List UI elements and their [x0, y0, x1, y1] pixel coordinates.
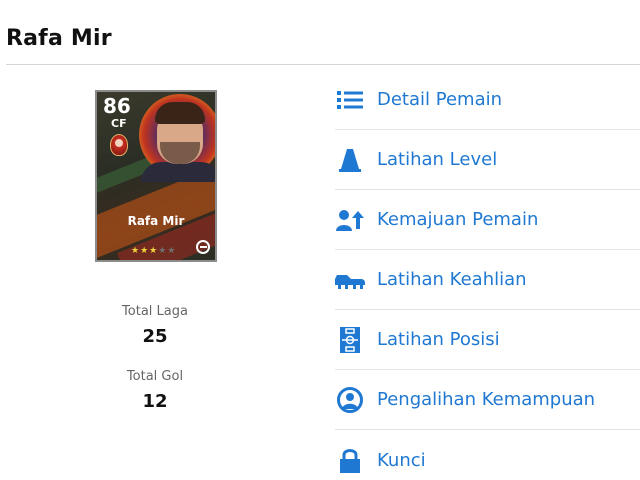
pitch-icon: [335, 325, 365, 355]
card-star-rating: ★★★★★: [131, 246, 176, 256]
player-portrait-shoulders: [141, 162, 215, 182]
card-rating: 86: [103, 94, 131, 118]
player-card[interactable]: 86 CF Rafa Mir ★★★★★: [95, 90, 217, 262]
football-boot-icon: [335, 265, 365, 295]
cone-icon: [335, 145, 365, 175]
menu-item-label: Latihan Posisi: [377, 329, 500, 350]
card-player-name: Rafa Mir: [127, 214, 185, 228]
menu-item-pengalihan-kemampuan[interactable]: Pengalihan Kemampuan: [335, 370, 640, 430]
menu-item-label: Latihan Keahlian: [377, 269, 527, 290]
person-up-arrow-icon: [335, 205, 365, 235]
menu-item-label: Kemajuan Pemain: [377, 209, 539, 230]
stat-value-total-gol: 12: [142, 391, 168, 412]
menu-item-latihan-posisi[interactable]: Latihan Posisi: [335, 310, 640, 370]
menu-item-label: Latihan Level: [377, 149, 498, 170]
star-filled-icon: ★: [149, 246, 159, 256]
menu-item-latihan-keahlian[interactable]: Latihan Keahlian: [335, 250, 640, 310]
club-badge-icon: [110, 134, 128, 156]
menu-item-latihan-level[interactable]: Latihan Level: [335, 130, 640, 190]
efootball-logo-icon: [196, 240, 210, 254]
menu-item-detail-pemain[interactable]: Detail Pemain: [335, 70, 640, 130]
title-divider: [6, 64, 640, 65]
star-filled-icon: ★: [131, 246, 141, 256]
menu-item-label: Kunci: [377, 449, 426, 471]
menu-item-label: Pengalihan Kemampuan: [377, 389, 596, 410]
star-empty-icon: ★: [158, 246, 168, 256]
menu-item-kunci[interactable]: Kunci: [335, 430, 640, 480]
stat-value-total-laga: 25: [142, 326, 168, 347]
card-position: CF: [111, 117, 127, 130]
stat-label-total-gol: Total Gol: [126, 369, 184, 384]
stat-label-total-laga: Total Laga: [122, 304, 188, 319]
list-icon: [335, 85, 365, 115]
player-action-menu: Detail Pemain Latihan Level Kemajuan Pem…: [335, 70, 640, 480]
star-empty-icon: ★: [167, 246, 177, 256]
player-portrait-hair: [155, 102, 205, 124]
menu-item-label: Detail Pemain: [377, 89, 503, 110]
star-filled-icon: ★: [140, 246, 150, 256]
user-badge-icon: [335, 385, 365, 415]
page-title: Rafa Mir: [6, 26, 112, 51]
menu-item-kemajuan-pemain[interactable]: Kemajuan Pemain: [335, 190, 640, 250]
lock-icon: [335, 445, 365, 475]
